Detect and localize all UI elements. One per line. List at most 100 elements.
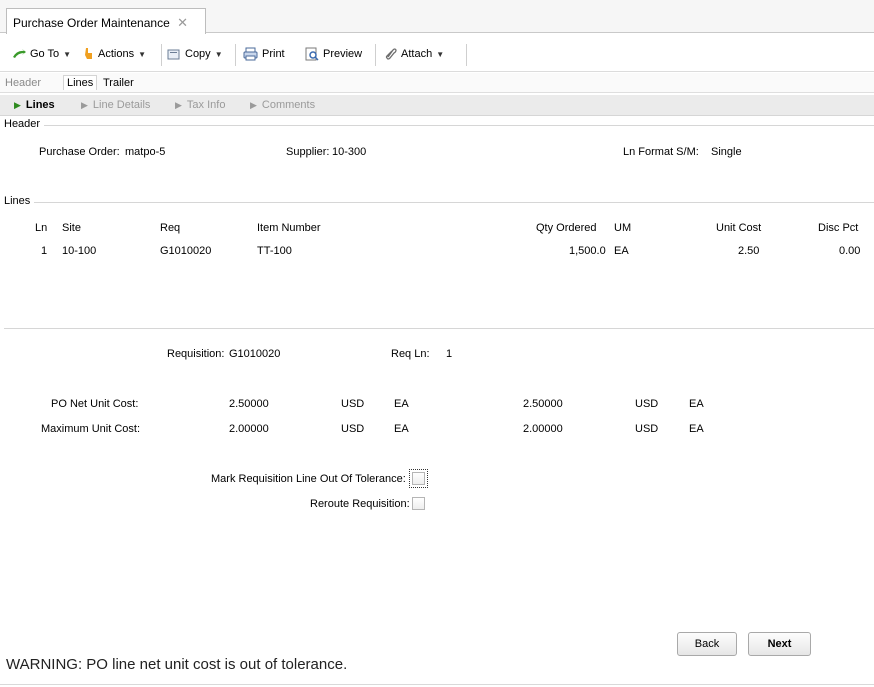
column-header-site: Site	[62, 222, 81, 234]
actions-button[interactable]: Actions ▼	[84, 46, 146, 62]
header-group-label: Header	[4, 118, 45, 130]
print-label: Print	[262, 48, 285, 60]
preview-button[interactable]: Preview	[305, 46, 362, 62]
req-net-um: EA	[689, 398, 704, 410]
play-arrow-icon: ▶	[81, 99, 88, 110]
copy-button[interactable]: Copy ▼	[167, 46, 223, 62]
chevron-down-icon: ▼	[138, 49, 146, 59]
po-value: matpo-5	[125, 146, 166, 158]
req-ln-label: Req Ln:	[391, 348, 430, 360]
column-header-unit-cost: Unit Cost	[716, 222, 762, 234]
mark-out-of-tolerance-checkbox[interactable]	[409, 469, 428, 488]
preview-icon	[305, 47, 319, 61]
column-header-um: UM	[614, 222, 632, 234]
req-max-currency: USD	[635, 423, 659, 435]
goto-arrow-icon	[12, 49, 26, 59]
cell-disc-pct: 0.00	[839, 245, 861, 257]
actions-hand-icon	[84, 47, 94, 61]
toolbar-separator	[466, 44, 467, 66]
requisition-value: G1010020	[229, 348, 281, 360]
lines-group-border	[4, 202, 874, 203]
close-icon[interactable]: ✕	[177, 15, 188, 30]
supplier-label: Supplier:	[286, 146, 330, 158]
po-net-currency: USD	[341, 398, 365, 410]
reroute-requisition-label: Reroute Requisition:	[310, 498, 410, 510]
tab-header[interactable]: Header	[5, 77, 41, 89]
req-max-um: EA	[689, 423, 704, 435]
step-label: Line Details	[92, 99, 151, 111]
cell-item-number: TT-100	[257, 245, 292, 257]
step-navigation: ▶ Lines ▶ Line Details ▶ Tax Info ▶ Comm…	[0, 95, 874, 116]
chevron-down-icon: ▼	[436, 49, 445, 59]
cell-site: 10-100	[62, 245, 97, 257]
ln-format-label: Ln Format S/M:	[623, 146, 699, 158]
tab-lines[interactable]: Lines	[63, 75, 98, 90]
toolbar-separator	[161, 44, 162, 66]
status-divider	[0, 684, 874, 685]
copy-label: Copy	[185, 48, 211, 60]
cell-unit-cost: 2.50	[738, 245, 760, 257]
print-icon	[243, 47, 258, 61]
column-header-req: Req	[160, 222, 181, 234]
preview-label: Preview	[323, 48, 363, 60]
tab-trailer[interactable]: Trailer	[103, 77, 134, 89]
step-comments[interactable]: ▶ Comments	[250, 99, 315, 111]
warning-message: WARNING: PO line net unit cost is out of…	[6, 656, 348, 673]
toolbar-separator	[235, 44, 236, 66]
req-net-currency: USD	[635, 398, 659, 410]
step-label: Lines	[25, 99, 55, 111]
requisition-label: Requisition:	[167, 348, 225, 360]
po-net-unit-cost-label: PO Net Unit Cost:	[51, 398, 139, 410]
max-currency: USD	[341, 423, 365, 435]
actions-label: Actions	[98, 48, 135, 60]
ln-format-value: Single	[711, 146, 742, 158]
column-header-qty-ordered: Qty Ordered	[536, 222, 597, 234]
attach-paperclip-icon	[385, 47, 397, 61]
goto-button[interactable]: Go To ▼	[12, 46, 71, 62]
mark-out-of-tolerance-label: Mark Requisition Line Out Of Tolerance:	[211, 473, 406, 485]
next-button[interactable]: Next	[748, 632, 811, 656]
toolbar-separator	[375, 44, 376, 66]
step-tax-info[interactable]: ▶ Tax Info	[175, 99, 225, 111]
column-header-disc-pct: Disc Pct	[818, 222, 859, 234]
maximum-unit-cost-value: 2.00000	[229, 423, 269, 435]
column-header-item-number: Item Number	[257, 222, 321, 234]
maximum-unit-cost-label: Maximum Unit Cost:	[41, 423, 141, 435]
tab-title: Purchase Order Maintenance	[13, 16, 170, 30]
play-arrow-icon: ▶	[14, 99, 21, 110]
supplier-value: 10-300	[332, 146, 367, 158]
cell-ln: 1	[41, 245, 48, 257]
lines-group-label: Lines	[4, 195, 35, 207]
lines-table-bottom-border	[4, 328, 874, 329]
play-arrow-icon: ▶	[250, 99, 257, 110]
max-um: EA	[394, 423, 409, 435]
req-ln-value: 1	[446, 348, 453, 360]
toolbar: Go To ▼ Actions ▼ Copy ▼ Print Preview A…	[0, 34, 874, 72]
po-label: Purchase Order:	[39, 146, 120, 158]
print-button[interactable]: Print	[243, 46, 285, 62]
column-header-ln: Ln	[35, 222, 48, 234]
reroute-requisition-checkbox[interactable]	[412, 497, 425, 510]
step-lines[interactable]: ▶ Lines	[14, 99, 55, 111]
play-arrow-icon: ▶	[175, 99, 182, 110]
back-button[interactable]: Back	[677, 632, 737, 656]
document-tab-strip: Purchase Order Maintenance ✕	[0, 0, 874, 34]
goto-label: Go To	[30, 48, 60, 60]
tab-purchase-order-maintenance[interactable]: Purchase Order Maintenance ✕	[6, 8, 206, 34]
attach-button[interactable]: Attach ▼	[385, 46, 444, 62]
cell-um: EA	[614, 245, 629, 257]
header-group-border	[4, 125, 874, 126]
po-net-unit-cost-value: 2.50000	[229, 398, 269, 410]
step-line-details[interactable]: ▶ Line Details	[81, 99, 150, 111]
section-tabs: Header Lines Trailer	[0, 73, 874, 93]
req-maximum-unit-cost-value: 2.00000	[523, 423, 563, 435]
step-label: Tax Info	[186, 99, 226, 111]
chevron-down-icon: ▼	[63, 49, 72, 59]
step-label: Comments	[261, 99, 316, 111]
chevron-down-icon: ▼	[214, 49, 223, 59]
attach-label: Attach	[401, 48, 433, 60]
req-net-unit-cost-value: 2.50000	[523, 398, 563, 410]
cell-req: G1010020	[160, 245, 212, 257]
po-net-um: EA	[394, 398, 409, 410]
cell-qty-ordered: 1,500.0	[569, 245, 606, 257]
